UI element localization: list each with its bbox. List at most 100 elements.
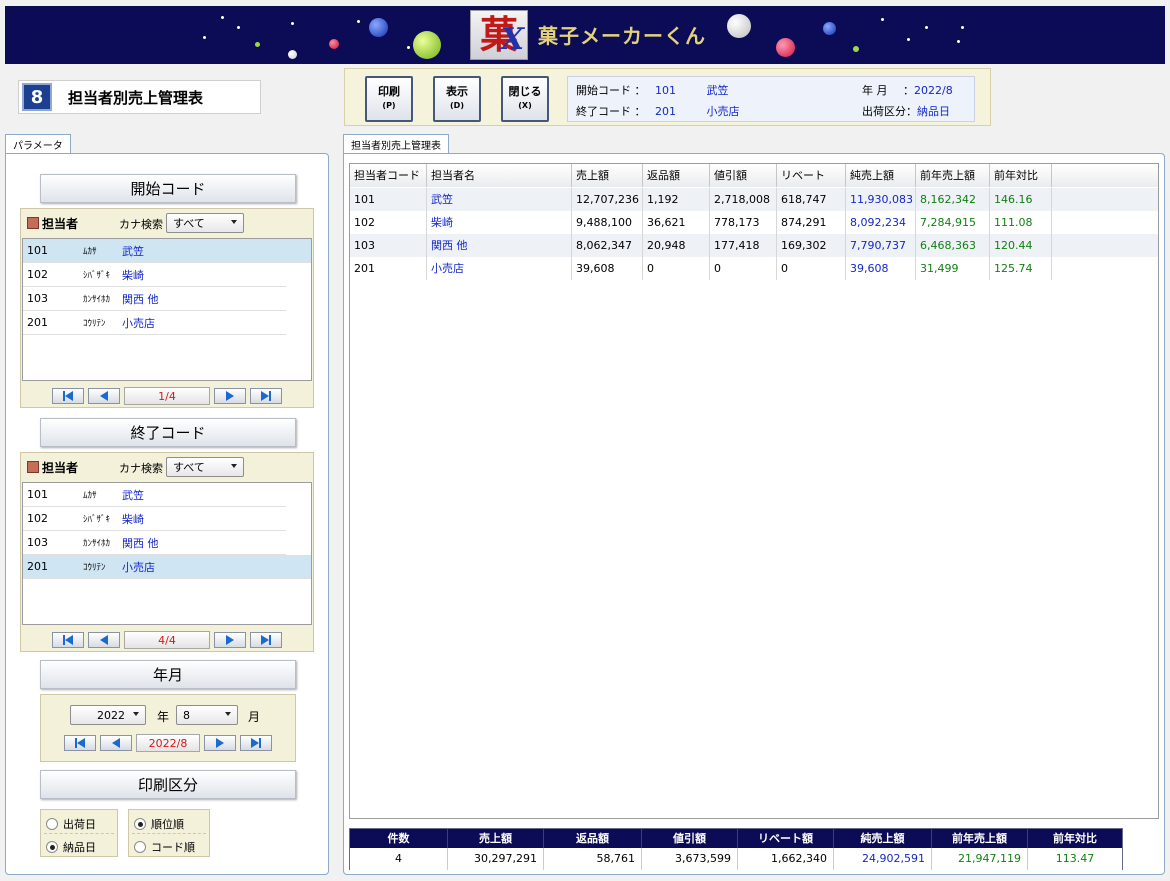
star-decoration [221,16,224,19]
column-header[interactable]: 純売上額 [846,164,916,187]
cell-sales: 39,608 [572,257,643,280]
cell-net-sales: 11,930,083 [846,188,916,211]
year-unit: 年 [157,710,170,724]
last-page-button[interactable] [250,388,282,404]
last-page-button[interactable] [250,632,282,648]
column-header[interactable]: 値引額 [710,164,777,187]
year-month-header: 年月 [40,660,296,689]
prev-page-button[interactable] [88,632,120,648]
column-header[interactable]: 前年対比 [990,164,1052,187]
column-header[interactable]: 売上額 [572,164,643,187]
person-name: 関西 他 [122,536,159,550]
radio-code-order[interactable]: コード順 [134,839,195,855]
person-kana: ｼﾊﾞｻﾞｷ [83,271,111,281]
kana-search-value: すべて [173,217,205,230]
cell-discount: 0 [710,257,777,280]
cell-net-sales: 39,608 [846,257,916,280]
next-page-button[interactable] [214,632,246,648]
cell-discount: 177,418 [710,234,777,257]
parameter-panel: 開始コード 担当者 カナ検索 すべて 101 ﾑｶｻ 武笠 102 ｼﾊﾞｻﾞｷ 柴崎 … [5,153,329,875]
end-pager: 4/4 [21,626,313,654]
month-select[interactable]: 8 [176,705,238,725]
person-kana: ｼﾊﾞｻﾞｷ [83,515,111,525]
arrow-left-icon [100,635,108,645]
start-name-value: 武笠 [706,84,729,97]
divider [132,833,206,834]
last-month-button[interactable] [240,735,272,751]
first-month-button[interactable] [64,735,96,751]
column-header[interactable]: 前年売上額 [916,164,990,187]
year-month-display: 2022/8 [136,734,200,752]
cell-sales: 8,062,347 [572,234,643,257]
list-item[interactable]: 101 ﾑｶｻ 武笠 [23,239,311,263]
person-name: 武笠 [122,488,144,502]
kana-search-select[interactable]: すべて [166,457,244,477]
end-code-value: 201 [655,105,676,118]
first-page-button[interactable] [52,632,84,648]
app-banner: 菓 X 菓子メーカーくん [5,6,1165,64]
end-code-label: 終了コード ： [576,105,646,118]
ball-decoration [329,39,339,49]
totals-header: 前年対比 [1028,829,1122,848]
cell-yoy-ratio: 120.44 [990,234,1052,257]
end-name-value: 小売店 [706,105,740,118]
table-row[interactable]: 101 武笠 12,707,236 1,192 2,718,008 618,74… [350,188,1158,211]
person-kana: ﾑｶｻ [83,247,97,257]
radio-circle-icon [46,818,58,830]
cell-prev-year-sales: 6,468,363 [916,234,990,257]
condition-summary: 開始コード ： 101 武笠 終了コード ： 201 小売店 年 月 ：2022… [567,76,975,122]
kana-search-select[interactable]: すべて [166,213,244,233]
list-item[interactable]: 102 ｼﾊﾞｻﾞｷ 柴崎 [23,263,286,287]
list-item[interactable]: 103 ｶﾝｻｲﾎｶ 関西 他 [23,531,286,555]
list-item[interactable]: 103 ｶﾝｻｲﾎｶ 関西 他 [23,287,286,311]
star-decoration [961,26,964,29]
display-shortcut: (D) [450,101,464,110]
tab-parameters[interactable]: パラメータ [5,134,71,154]
prev-page-button[interactable] [88,388,120,404]
list-item[interactable]: 201 ｺｳﾘﾃﾝ 小売店 [23,311,286,335]
column-header[interactable]: 返品額 [643,164,710,187]
list-item[interactable]: 101 ﾑｶｻ 武笠 [23,483,286,507]
cell-name: 武笠 [427,188,572,211]
end-person-selector: 担当者 カナ検索 すべて 101 ﾑｶｻ 武笠 102 ｼﾊﾞｻﾞｷ 柴崎 103 ｶﾝｻ… [20,452,314,652]
column-header[interactable]: リベート [777,164,846,187]
table-row[interactable]: 201 小売店 39,608 0 0 0 39,608 31,499 125.7… [350,257,1158,280]
arrow-left-icon [112,738,120,748]
prev-month-button[interactable] [100,735,132,751]
column-header[interactable]: 担当者コード [350,164,427,187]
person-kana: ｺｳﾘﾃﾝ [83,563,106,573]
radio-ship-date[interactable]: 出荷日 [46,816,96,832]
radio-label: 順位順 [151,818,184,831]
list-item[interactable]: 102 ｼﾊﾞｻﾞｷ 柴崎 [23,507,286,531]
star-decoration [291,22,294,25]
ball-decoration [776,38,795,57]
list-item[interactable]: 201 ｺｳﾘﾃﾝ 小売店 [23,555,311,579]
end-person-list[interactable]: 101 ﾑｶｻ 武笠 102 ｼﾊﾞｻﾞｷ 柴崎 103 ｶﾝｻｲﾎｶ 関西 他 201 ｺｳ… [22,482,312,625]
sales-grid[interactable]: 担当者コード 担当者名 売上額 返品額 値引額 リベート 純売上額 前年売上額 … [349,163,1159,819]
first-page-button[interactable] [52,388,84,404]
radio-rank-order[interactable]: 順位順 [134,816,184,832]
star-decoration [237,26,240,29]
cell-sales: 12,707,236 [572,188,643,211]
person-code: 201 [27,316,48,329]
print-button[interactable]: 印刷 (P) [365,76,413,122]
arrow-right-icon [226,635,234,645]
close-button[interactable]: 閉じる (X) [501,76,549,122]
radio-delivery-date[interactable]: 納品日 [46,839,96,855]
tab-report[interactable]: 担当者別売上管理表 [343,134,449,154]
table-row[interactable]: 102 柴崎 9,488,100 36,621 778,173 874,291 … [350,211,1158,234]
radio-checked-icon [134,818,146,830]
total-count: 4 [350,848,448,870]
display-button[interactable]: 表示 (D) [433,76,481,122]
next-month-button[interactable] [204,735,236,751]
next-page-button[interactable] [214,388,246,404]
table-row[interactable]: 103 関西 他 8,062,347 20,948 177,418 169,30… [350,234,1158,257]
column-header[interactable]: 担当者名 [427,164,572,187]
year-select[interactable]: 2022 [70,705,146,725]
last-page-icon [259,738,261,748]
start-person-list[interactable]: 101 ﾑｶｻ 武笠 102 ｼﾊﾞｻﾞｷ 柴崎 103 ｶﾝｻｲﾎｶ 関西 他 201 ｺｳ… [22,238,312,381]
end-code-header: 終了コード [40,418,296,447]
start-code-summary: 開始コード ： 101 武笠 [576,82,729,98]
page-counter: 4/4 [124,631,210,649]
star-decoration [925,26,928,29]
